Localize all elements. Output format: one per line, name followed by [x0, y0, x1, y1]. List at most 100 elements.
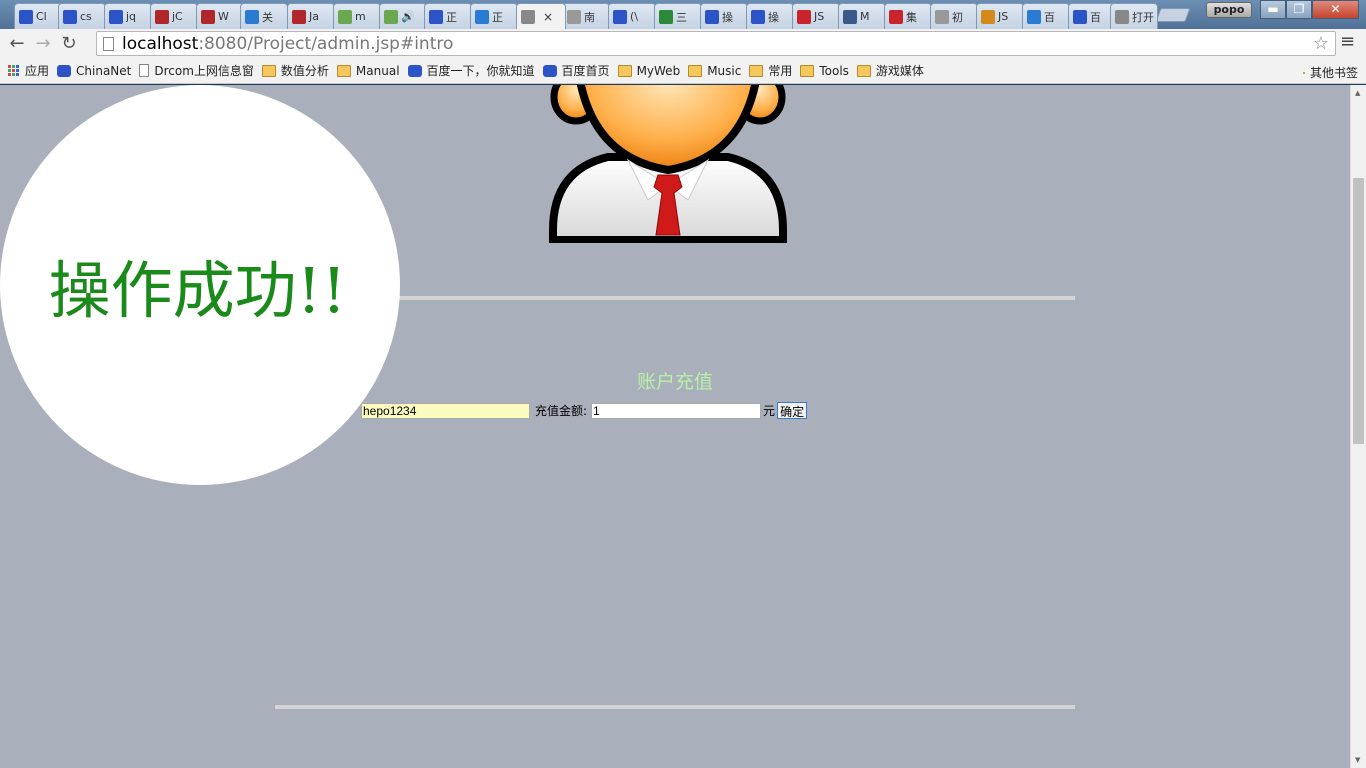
browser-tab[interactable]: Cl	[14, 3, 62, 29]
bookmark-item[interactable]: 应用	[8, 62, 49, 79]
c-icon	[889, 9, 903, 24]
browser-tab[interactable]: 🔊	[379, 3, 427, 29]
chrome-menu-icon[interactable]: ≡	[1340, 31, 1355, 52]
browser-tab[interactable]: 百	[1068, 3, 1116, 29]
page-content: 账户充值 充值金额: 元 确定 操作成功!!	[0, 85, 1350, 768]
apps-icon	[8, 64, 20, 77]
back-button[interactable]: ←	[4, 31, 30, 57]
tab-label: (\	[630, 10, 638, 23]
browser-tab[interactable]: M	[838, 3, 886, 29]
tab-label: 三	[676, 10, 687, 24]
browser-tab[interactable]: 操	[746, 3, 794, 29]
tab-label: JS	[814, 10, 825, 23]
browser-tab[interactable]: 操	[700, 3, 748, 29]
paw-icon	[109, 9, 123, 24]
page-icon	[103, 36, 114, 51]
paw-icon	[407, 64, 422, 77]
divider-bottom	[275, 705, 1075, 709]
browser-tab[interactable]: 南	[562, 3, 610, 29]
new-tab-button[interactable]	[1155, 8, 1191, 22]
scroll-down-arrow-icon[interactable]: ▼	[1355, 756, 1360, 764]
tab-label: 操	[768, 10, 779, 24]
bookmark-label: Drcom上网信息窗	[154, 64, 254, 78]
forward-button[interactable]: →	[30, 31, 56, 57]
reload-button[interactable]: ↻	[56, 31, 82, 57]
folder-icon	[336, 64, 351, 77]
folder-icon	[261, 64, 276, 77]
folder-icon	[688, 64, 703, 77]
tab-label: cs	[80, 10, 92, 23]
other-bookmarks[interactable]: 其他书签	[1302, 64, 1358, 81]
close-window-button[interactable]: ✕	[1312, 0, 1359, 19]
browser-tab[interactable]: 关	[240, 3, 288, 29]
tab-label: M	[860, 10, 870, 23]
bookmark-item[interactable]: Music	[688, 64, 741, 78]
browser-tab[interactable]: W	[196, 3, 244, 29]
paw-icon	[57, 64, 72, 77]
globe-icon	[245, 9, 259, 24]
folder-icon	[617, 64, 632, 77]
tab-close-icon[interactable]: ×	[543, 10, 553, 24]
reload-icon: ↻	[61, 33, 77, 54]
bookmark-item[interactable]: ChinaNet	[57, 64, 131, 78]
tab-label: 南	[584, 10, 595, 24]
tab-label: 正	[492, 10, 503, 24]
bookmark-item[interactable]: 百度一下，你就知道	[407, 62, 535, 79]
forward-arrow-icon: →	[35, 33, 51, 54]
tab-label: 百	[1090, 10, 1101, 24]
bookmarks-bar: 应用 ChinaNet Drcom上网信息窗 数值分析 Manual 百度一下，你就知道 百…	[0, 58, 1366, 84]
bookmark-item[interactable]: 数值分析	[261, 62, 329, 79]
tab-label: 百	[1044, 10, 1055, 24]
vertical-scrollbar[interactable]: ▲ ▼	[1350, 85, 1366, 768]
maximize-button[interactable]: ❐	[1286, 0, 1312, 19]
browser-tab[interactable]: ×	[516, 3, 566, 29]
browser-tab[interactable]: JS	[792, 3, 840, 29]
browser-tab[interactable]: 集	[884, 3, 932, 29]
browser-tab[interactable]: m	[333, 3, 381, 29]
bookmark-item[interactable]: 常用	[749, 62, 792, 79]
tab-label: jC	[172, 10, 183, 23]
image-icon	[521, 10, 535, 24]
browser-tab[interactable]: 百	[1022, 3, 1070, 29]
username-field[interactable]	[361, 402, 530, 419]
bookmark-item[interactable]: Manual	[336, 64, 400, 78]
amount-field[interactable]	[591, 402, 762, 419]
tab-label: 打开	[1132, 10, 1154, 24]
address-bar[interactable]: localhost:8080/Project/admin.jsp#intro ☆	[96, 31, 1336, 56]
other-bookmarks-label: 其他书签	[1309, 66, 1358, 80]
browser-tab[interactable]: 正	[424, 3, 472, 29]
browser-tab[interactable]: (\	[608, 3, 656, 29]
m-icon	[384, 9, 398, 24]
folder-icon	[800, 64, 815, 77]
bookmark-item[interactable]: Tools	[800, 64, 849, 78]
browser-tab[interactable]: 打开	[1110, 3, 1158, 29]
success-overlay: 操作成功!!	[0, 85, 400, 485]
confirm-button[interactable]: 确定	[777, 402, 808, 419]
bookmark-item[interactable]: 百度首页	[542, 62, 610, 79]
bookmark-item[interactable]: 游戏媒体	[856, 62, 924, 79]
bookmark-star-icon[interactable]: ☆	[1313, 33, 1329, 54]
browser-tab[interactable]: jC	[150, 3, 198, 29]
scroll-thumb[interactable]	[1353, 178, 1364, 444]
scroll-up-arrow-icon[interactable]: ▲	[1355, 89, 1360, 97]
douban-icon	[659, 9, 673, 24]
bookmark-item[interactable]: Drcom上网信息窗	[139, 62, 254, 79]
w3-icon	[201, 9, 215, 24]
page-icon	[139, 64, 150, 77]
profile-button[interactable]: popo	[1206, 2, 1252, 18]
browser-tab[interactable]: 初	[930, 3, 978, 29]
browser-tab[interactable]: 正	[470, 3, 518, 29]
user-avatar-image	[549, 85, 787, 243]
bookmark-label: 应用	[25, 64, 50, 78]
bookmark-item[interactable]: MyWeb	[617, 64, 680, 78]
translate-icon	[1027, 9, 1041, 24]
browser-tab[interactable]: cs	[58, 3, 106, 29]
browser-tab[interactable]: jq	[104, 3, 152, 29]
browser-tab[interactable]: 三	[654, 3, 702, 29]
bookmark-label: 游戏媒体	[875, 64, 924, 78]
folder-icon	[749, 64, 764, 77]
browser-tab[interactable]: Ja	[287, 3, 335, 29]
url-path: :8080/Project/admin.jsp#intro	[198, 33, 454, 54]
browser-tab[interactable]: JS	[976, 3, 1024, 29]
minimize-button[interactable]: ▬	[1260, 0, 1286, 19]
